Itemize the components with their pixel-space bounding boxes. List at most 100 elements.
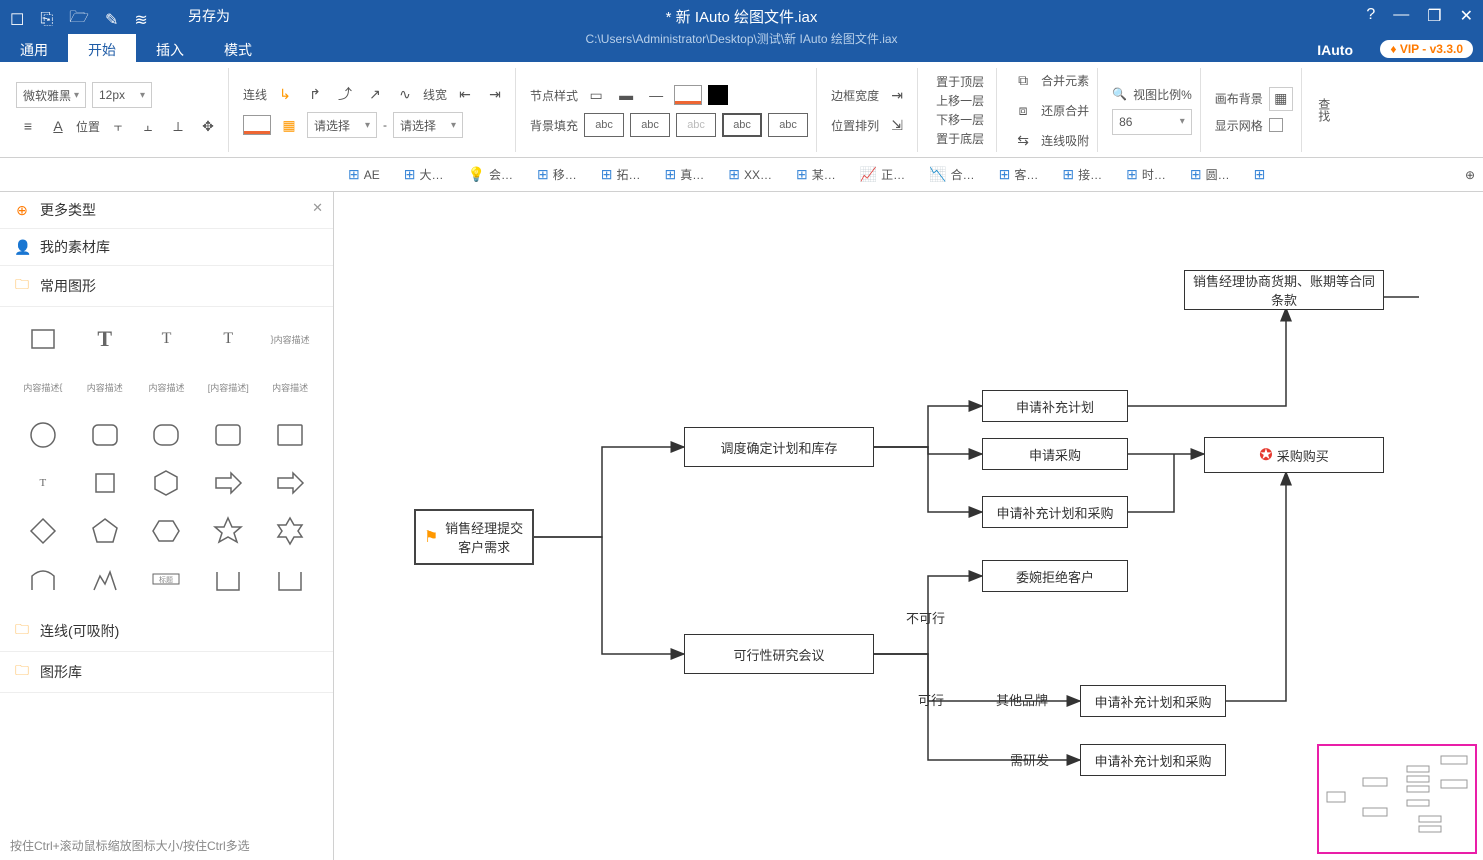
line5-icon[interactable]: ∿ xyxy=(393,82,417,106)
linecolor-button[interactable] xyxy=(243,115,271,135)
shape-label[interactable]: 标题 xyxy=(140,559,194,599)
shape-arrow[interactable] xyxy=(201,463,255,503)
tab-xx[interactable]: ⊞XX… xyxy=(720,166,780,183)
align-icon[interactable]: ≡ xyxy=(16,114,40,138)
showgrid-checkbox[interactable] xyxy=(1269,118,1283,132)
layer-top-button[interactable]: 置于顶层 xyxy=(932,72,988,91)
layer-down-button[interactable]: 下移一层 xyxy=(932,110,988,129)
shape-brace-b[interactable]: 内容描述 xyxy=(78,367,132,407)
vip-badge[interactable]: ♦ VIP - v3.3.0 xyxy=(1380,40,1473,58)
add-tab-button[interactable]: ⊕ xyxy=(1457,168,1483,182)
sidebar-common[interactable]: 🗀常用图形 xyxy=(0,266,333,307)
arrow-end-select[interactable]: 请选择▾ xyxy=(393,112,463,138)
line1-icon[interactable]: ↳ xyxy=(273,82,297,106)
shape-roundrect3[interactable] xyxy=(201,415,255,455)
tab-current[interactable]: ⊞ xyxy=(1246,166,1274,183)
tab-cust[interactable]: ⊞客… xyxy=(991,166,1047,183)
arrow-start-select[interactable]: 请选择▾ xyxy=(307,112,377,138)
tab-general[interactable]: 通用 xyxy=(0,34,68,66)
abc1[interactable]: abc xyxy=(584,113,624,137)
shape-brace-r[interactable]: }内容描述 xyxy=(263,319,317,359)
layout-icon[interactable]: ⇲ xyxy=(885,113,909,137)
abc5[interactable]: abc xyxy=(768,113,808,137)
shape-pentagon[interactable] xyxy=(78,511,132,551)
tab-some[interactable]: ⊞某… xyxy=(788,166,844,183)
shape-half1[interactable] xyxy=(201,559,255,599)
shape-peak[interactable] xyxy=(78,559,132,599)
tab-meet[interactable]: 💡会… xyxy=(460,166,521,183)
line3-icon[interactable]: ⤴ xyxy=(333,82,357,106)
shape-rect[interactable] xyxy=(16,319,70,359)
merge-icon[interactable]: ⧉ xyxy=(1011,68,1035,92)
shape-desc5[interactable]: 内容描述 xyxy=(263,367,317,407)
shape-diamond[interactable] xyxy=(16,511,70,551)
abc3[interactable]: abc xyxy=(676,113,716,137)
canvasbg-button[interactable]: ▦ xyxy=(1269,87,1293,111)
abc4[interactable]: abc xyxy=(722,113,762,137)
shape-star6[interactable] xyxy=(263,511,317,551)
linewidth-more-icon[interactable]: ⇥ xyxy=(483,82,507,106)
unmerge-label[interactable]: 还原合并 xyxy=(1041,102,1089,119)
style1-icon[interactable]: ▭ xyxy=(584,83,608,107)
node-reject[interactable]: 委婉拒绝客户 xyxy=(982,560,1128,592)
tab-expand[interactable]: ⊞拓… xyxy=(593,166,649,183)
shape-t-small[interactable]: T xyxy=(16,463,70,503)
node-planpurchase3[interactable]: 申请补充计划和采购 xyxy=(1080,744,1226,776)
node-buy[interactable]: ✪ 采购购买 xyxy=(1204,437,1384,473)
tab-insert[interactable]: 插入 xyxy=(136,34,204,66)
zoom-select[interactable]: 86▾ xyxy=(1112,109,1192,135)
sidebar-more[interactable]: ⊕更多类型 xyxy=(0,192,333,229)
shape-roundrect2[interactable] xyxy=(140,415,194,455)
sidebar-lines[interactable]: 🗀连线(可吸附) xyxy=(0,611,333,652)
shape-hex2[interactable] xyxy=(140,511,194,551)
fillblack-button[interactable] xyxy=(708,85,728,105)
shape-circle[interactable] xyxy=(16,415,70,455)
merge-label[interactable]: 合并元素 xyxy=(1041,72,1089,89)
linewidth-less-icon[interactable]: ⇤ xyxy=(453,82,477,106)
fontsize-select[interactable]: 12px▾ xyxy=(92,82,152,108)
tab-move[interactable]: ⊞移… xyxy=(529,166,585,183)
fontcolor-icon[interactable]: A xyxy=(46,114,70,138)
line2-icon[interactable]: ↱ xyxy=(303,82,327,106)
node-planpurchase[interactable]: 申请补充计划和采购 xyxy=(982,496,1128,528)
minimize-icon[interactable]: — xyxy=(1393,6,1409,26)
font-select[interactable]: 微软雅黑▾ xyxy=(16,82,86,108)
tab-merge[interactable]: 📉合… xyxy=(921,166,982,183)
minimap[interactable] xyxy=(1317,744,1477,854)
tab-real[interactable]: ⊞真… xyxy=(656,166,712,183)
tab-time[interactable]: ⊞时… xyxy=(1118,166,1174,183)
node-negotiate[interactable]: 销售经理协商货期、账期等合同条款 xyxy=(1184,270,1384,310)
search-button[interactable]: 查找 xyxy=(1316,98,1333,122)
shape-roundrect[interactable] xyxy=(78,415,132,455)
node-feasibility[interactable]: 可行性研究会议 xyxy=(684,634,874,674)
style3-icon[interactable]: — xyxy=(644,83,668,107)
abc2[interactable]: abc xyxy=(630,113,670,137)
node-purchase[interactable]: 申请采购 xyxy=(982,438,1128,470)
shape-roundrect4[interactable] xyxy=(263,415,317,455)
layer-up-button[interactable]: 上移一层 xyxy=(932,91,988,110)
line4-icon[interactable]: ↗ xyxy=(363,82,387,106)
unmerge-icon[interactable]: ⧈ xyxy=(1011,98,1035,122)
style2-icon[interactable]: ▬ xyxy=(614,83,638,107)
layer-bottom-button[interactable]: 置于底层 xyxy=(932,129,988,148)
shape-brace-t[interactable]: 内容描述 xyxy=(140,367,194,407)
valign-mid-icon[interactable]: ⫠ xyxy=(136,114,160,138)
sidebar-close-icon[interactable]: ✕ xyxy=(312,200,323,216)
shape-diamond-sq[interactable] xyxy=(78,463,132,503)
snap-label[interactable]: 连线吸附 xyxy=(1041,132,1089,149)
maximize-icon[interactable]: ❐ xyxy=(1427,6,1441,26)
tab-big[interactable]: ⊞大… xyxy=(396,166,452,183)
sidebar-mylib[interactable]: 👤我的素材库 xyxy=(0,229,333,266)
valign-top-icon[interactable]: ⫟ xyxy=(106,114,130,138)
shape-arc[interactable] xyxy=(16,559,70,599)
shape-bracket[interactable]: [内容描述] xyxy=(201,367,255,407)
shape-star[interactable] xyxy=(201,511,255,551)
linedash-icon[interactable]: ▦ xyxy=(277,113,301,137)
shape-text2[interactable]: T xyxy=(201,319,255,359)
border-icon[interactable]: ⇥ xyxy=(885,83,909,107)
canvas[interactable]: ⚑ 销售经理提交客户需求 调度确定计划和库存 可行性研究会议 销售经理协商货期、… xyxy=(334,192,1483,860)
node-plan[interactable]: 申请补充计划 xyxy=(982,390,1128,422)
shape-half2[interactable] xyxy=(263,559,317,599)
shape-text-bold[interactable]: T xyxy=(78,319,132,359)
tab-mode[interactable]: 模式 xyxy=(204,34,272,66)
